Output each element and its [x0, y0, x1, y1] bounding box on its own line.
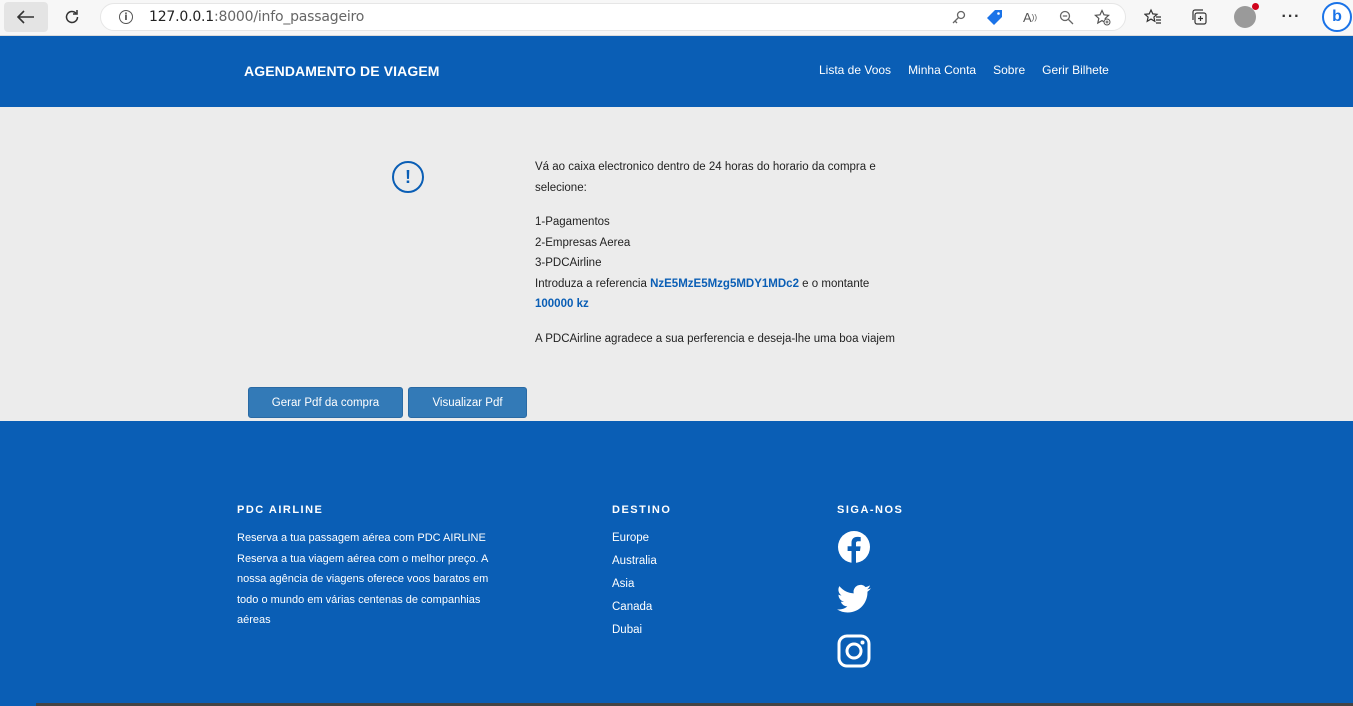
- nav-sobre[interactable]: Sobre: [993, 63, 1025, 77]
- reference-prefix: Introduza a referencia: [535, 277, 651, 290]
- site-header: AGENDAMENTO DE VIAGEM Lista de Voos Minh…: [0, 36, 1353, 107]
- zoom-out-icon[interactable]: [1057, 8, 1075, 26]
- step-item: 3-PDCAirline: [535, 257, 602, 269]
- steps-list: 1-Pagamentos 2-Empresas Aerea 3-PDCAirli…: [535, 212, 895, 315]
- collections-icon[interactable]: [1186, 4, 1212, 30]
- profile-avatar[interactable]: [1232, 3, 1259, 30]
- destination-link[interactable]: Australia: [612, 550, 671, 573]
- url-text[interactable]: 127.0.0.1:8000/info_passageiro: [149, 9, 364, 25]
- site-footer: PDC AIRLINE Reserva a tua passagem aérea…: [0, 421, 1353, 706]
- site-brand[interactable]: AGENDAMENTO DE VIAGEM: [244, 63, 440, 79]
- facebook-icon[interactable]: [837, 530, 871, 564]
- footer-social: SIGA-NOS: [837, 504, 903, 668]
- url-host: 127.0.0.1: [149, 9, 214, 25]
- footer-social-title: SIGA-NOS: [837, 504, 904, 516]
- amount-value: 100000 kz: [535, 298, 589, 310]
- thanks-text: A PDCAirline agradece a sua perferencia …: [535, 332, 895, 345]
- reload-icon: [65, 10, 79, 24]
- address-bar[interactable]: i 127.0.0.1:8000/info_passageiro A)): [100, 3, 1126, 31]
- info-icon[interactable]: i: [119, 10, 133, 24]
- step-item: 2-Empresas Aerea: [535, 236, 631, 249]
- destination-link[interactable]: Asia: [612, 573, 671, 596]
- destination-link[interactable]: Dubai: [612, 619, 671, 642]
- bing-chat-icon[interactable]: b: [1322, 2, 1352, 32]
- footer-about-text: Reserva a tua passagem aérea com PDC AIR…: [237, 532, 489, 626]
- favorites-icon[interactable]: [1140, 4, 1166, 30]
- nav-lista-de-voos[interactable]: Lista de Voos: [819, 63, 891, 77]
- footer-destinations-title: DESTINO: [612, 504, 672, 516]
- key-icon[interactable]: [949, 8, 967, 26]
- reference-code: NzE5MzE5Mzg5MDY1MDc2: [650, 277, 799, 290]
- view-pdf-button[interactable]: Visualizar Pdf: [408, 387, 527, 418]
- add-favorite-icon[interactable]: [1093, 8, 1111, 26]
- url-path: :8000/info_passageiro: [214, 9, 365, 25]
- nav-minha-conta[interactable]: Minha Conta: [908, 63, 976, 77]
- coupon-tag-icon[interactable]: [985, 8, 1003, 26]
- reload-button[interactable]: [50, 2, 94, 32]
- twitter-icon[interactable]: [837, 582, 871, 616]
- step-item: 1-Pagamentos: [535, 216, 610, 228]
- nav-gerir-bilhete[interactable]: Gerir Bilhete: [1042, 63, 1109, 77]
- reference-line: Introduza a referencia NzE5MzE5Mzg5MDY1M…: [535, 274, 895, 295]
- payment-instructions: Vá ao caixa electronico dentro de 24 hor…: [535, 157, 895, 363]
- footer-destinations: DESTINO Europe Australia Asia Canada Dub…: [612, 504, 671, 642]
- intro-text: Vá ao caixa electronico dentro de 24 hor…: [535, 161, 876, 194]
- payment-info-section: ! Vá ao caixa electronico dentro de 24 h…: [0, 107, 1353, 421]
- destination-link[interactable]: Canada: [612, 596, 671, 619]
- back-button[interactable]: [4, 2, 48, 32]
- browser-toolbar: i 127.0.0.1:8000/info_passageiro A)) ···…: [0, 0, 1353, 36]
- reference-middle: e o montante: [798, 277, 870, 290]
- instagram-icon[interactable]: [837, 634, 871, 668]
- generate-pdf-button[interactable]: Gerar Pdf da compra: [248, 387, 403, 418]
- exclamation-circle-icon: !: [392, 161, 424, 193]
- read-aloud-icon[interactable]: A)): [1021, 8, 1039, 26]
- footer-about-title: PDC AIRLINE: [237, 504, 324, 516]
- more-options-icon[interactable]: ···: [1278, 4, 1304, 30]
- arrow-left-icon: [17, 10, 34, 24]
- destination-link[interactable]: Europe: [612, 527, 671, 550]
- footer-about: PDC AIRLINE Reserva a tua passagem aérea…: [237, 504, 507, 631]
- main-nav: Lista de Voos Minha Conta Sobre Gerir Bi…: [819, 63, 1109, 77]
